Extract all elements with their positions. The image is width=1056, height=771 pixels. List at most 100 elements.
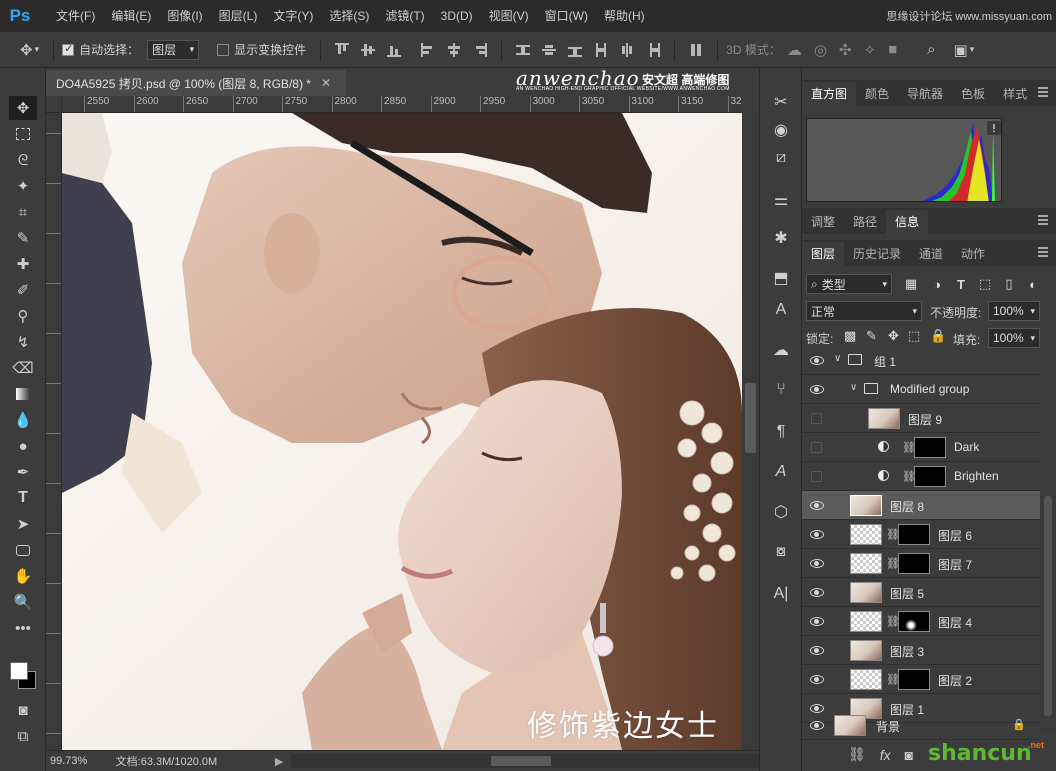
align-left-icon[interactable] bbox=[421, 42, 435, 57]
layer-row-modified-group[interactable]: ∨ Modified group bbox=[802, 375, 1040, 404]
show-transform-checkbox[interactable] bbox=[217, 43, 230, 56]
eye-icon[interactable] bbox=[810, 529, 824, 539]
3d-pan-icon[interactable]: ✣ bbox=[839, 41, 852, 59]
distribute-bottom-icon[interactable] bbox=[568, 43, 583, 57]
usb-icon[interactable]: ⑂ bbox=[768, 378, 794, 402]
tab-styles[interactable]: 样式 bbox=[994, 82, 1036, 106]
layer-row-layer-3[interactable]: 图层 3 bbox=[802, 636, 1040, 665]
auto-align-icon[interactable] bbox=[689, 43, 703, 57]
magic-wand-icon[interactable]: ✦ bbox=[9, 174, 37, 198]
layer-row-layer-7[interactable]: ⛓ 图层 7 bbox=[802, 549, 1040, 578]
visibility-toggle[interactable] bbox=[811, 471, 822, 482]
path-selection-icon[interactable]: ➤ bbox=[9, 512, 37, 536]
layer-row-layer-2[interactable]: ⛓ 图层 2 bbox=[802, 665, 1040, 694]
menu-file[interactable]: 文件(F) bbox=[48, 0, 103, 32]
tab-actions[interactable]: 动作 bbox=[952, 242, 994, 266]
align-right-icon[interactable] bbox=[473, 42, 488, 57]
eye-icon[interactable] bbox=[810, 616, 824, 626]
character-icon[interactable]: A bbox=[768, 460, 794, 484]
panel-menu-icon[interactable] bbox=[1038, 247, 1048, 257]
marquee-tool-icon[interactable] bbox=[9, 122, 37, 146]
healing-brush-icon[interactable]: ✚ bbox=[9, 252, 37, 276]
menu-view[interactable]: 视图(V) bbox=[481, 0, 537, 32]
history-brush-icon[interactable]: ↯ bbox=[9, 330, 37, 354]
distribute-right-icon[interactable] bbox=[646, 42, 661, 57]
layer-mask-thumbnail[interactable] bbox=[898, 669, 930, 690]
opacity-field[interactable]: 100% ▾ bbox=[988, 301, 1040, 321]
timeline-icon[interactable]: ⧇ bbox=[768, 540, 794, 564]
pen-tool-icon[interactable]: ✒ bbox=[9, 460, 37, 484]
filter-type-icon[interactable]: T bbox=[952, 275, 970, 293]
libraries-icon[interactable]: ☁ bbox=[768, 338, 794, 362]
eyedropper-icon[interactable]: ✎ bbox=[9, 226, 37, 250]
document-canvas[interactable]: 修饰紫边女士 bbox=[62, 113, 742, 750]
menu-help[interactable]: 帮助(H) bbox=[596, 0, 653, 32]
clone-source-icon[interactable]: ⧄ bbox=[768, 146, 794, 170]
layer-row-layer-6[interactable]: ⛓ 图层 6 bbox=[802, 520, 1040, 549]
layer-row-layer-8[interactable]: 图层 8 bbox=[802, 491, 1040, 520]
layer-row-group-1[interactable]: ∨ 组 1 bbox=[802, 346, 1040, 375]
chevron-down-icon[interactable]: ∨ bbox=[850, 382, 857, 393]
menu-edit[interactable]: 编辑(E) bbox=[103, 0, 159, 32]
layer-row-brighten[interactable]: ⛓ Brighten bbox=[802, 462, 1040, 491]
notes-icon[interactable]: ✱ bbox=[768, 226, 794, 250]
align-vcenter-icon[interactable] bbox=[361, 43, 376, 57]
menu-filter[interactable]: 滤镜(T) bbox=[377, 0, 432, 32]
character-styles-icon[interactable]: A bbox=[768, 298, 794, 322]
visibility-toggle[interactable] bbox=[811, 442, 822, 453]
chevron-down-icon[interactable]: ∨ bbox=[834, 353, 841, 364]
panel-menu-icon[interactable] bbox=[1038, 87, 1048, 97]
fx-icon[interactable]: fx bbox=[880, 747, 891, 763]
paragraph-icon[interactable]: ¶ bbox=[768, 420, 794, 444]
horizontal-ruler[interactable]: 2550 2600 2650 2700 2750 2800 2850 2900 2950 3000… bbox=[62, 96, 742, 113]
filter-smart-object-icon[interactable]: ▯ bbox=[1000, 275, 1018, 293]
foreground-color-swatch-top[interactable] bbox=[10, 662, 28, 680]
fill-field[interactable]: 100% ▾ bbox=[988, 328, 1040, 348]
brush-tool-icon[interactable]: ✐ bbox=[9, 278, 37, 302]
clone-stamp-icon[interactable]: ⚲ bbox=[9, 304, 37, 328]
layer-mask-thumbnail[interactable] bbox=[898, 524, 930, 545]
layer-mask-thumbnail[interactable] bbox=[914, 437, 946, 458]
tool-presets-icon[interactable]: ✂ bbox=[768, 90, 794, 114]
distribute-vcenter-icon[interactable] bbox=[542, 43, 557, 57]
lasso-tool-icon[interactable]: ᘓ bbox=[9, 148, 37, 172]
eye-icon[interactable] bbox=[810, 500, 824, 510]
layer-mask-thumbnail[interactable] bbox=[898, 611, 930, 632]
menu-type[interactable]: 文字(Y) bbox=[265, 0, 321, 32]
filter-toggle-icon[interactable]: ◐ bbox=[1024, 275, 1042, 293]
eye-icon[interactable] bbox=[810, 355, 824, 365]
panel-menu-icon[interactable] bbox=[1038, 215, 1048, 225]
chevron-down-icon[interactable]: ▾ bbox=[970, 44, 975, 55]
zoom-tool-icon[interactable]: 🔍 bbox=[9, 590, 37, 614]
eye-icon[interactable] bbox=[810, 674, 824, 684]
hand-tool-icon[interactable]: ✋ bbox=[9, 564, 37, 588]
lock-all-icon[interactable]: 🔒 bbox=[930, 328, 946, 344]
vertical-ruler[interactable] bbox=[46, 113, 62, 750]
3d-roll-icon[interactable]: ◎ bbox=[814, 41, 827, 59]
distribute-left-icon[interactable] bbox=[594, 42, 608, 57]
scrollbar-thumb[interactable] bbox=[491, 756, 552, 766]
chevron-right-icon[interactable]: ▶ bbox=[275, 755, 283, 768]
zoom-level[interactable]: 99.73% bbox=[46, 755, 116, 767]
layer-row-layer-5[interactable]: 图层 5 bbox=[802, 578, 1040, 607]
eye-icon[interactable] bbox=[810, 720, 824, 730]
more-tools-icon[interactable]: ••• bbox=[9, 616, 37, 640]
visibility-toggle[interactable] bbox=[811, 413, 822, 424]
blend-mode-dropdown[interactable]: 正常 ▾ bbox=[806, 301, 922, 321]
properties-icon[interactable]: ⚌ bbox=[768, 188, 794, 212]
eye-icon[interactable] bbox=[810, 587, 824, 597]
layer-filter-dropdown[interactable]: ⌕ 类型 ▾ bbox=[806, 274, 892, 294]
dodge-tool-icon[interactable]: ● bbox=[9, 434, 37, 458]
eye-icon[interactable] bbox=[810, 645, 824, 655]
layer-row-background[interactable]: 背景 🔒 bbox=[802, 711, 1040, 740]
search-icon[interactable]: ⌕ bbox=[927, 41, 935, 58]
auto-select-target-dropdown[interactable]: 图层 ▾ bbox=[147, 39, 200, 60]
canvas-vertical-scrollbar[interactable] bbox=[742, 113, 759, 750]
layer-mask-thumbnail[interactable] bbox=[898, 553, 930, 574]
layer-mask-thumbnail[interactable] bbox=[914, 466, 946, 487]
move-tool-icon[interactable]: ✥ bbox=[9, 96, 37, 120]
menu-window[interactable]: 窗口(W) bbox=[537, 0, 596, 32]
lock-artboard-icon[interactable]: ⬚ bbox=[908, 328, 920, 344]
3d-orbit-icon[interactable]: ☁ bbox=[787, 41, 802, 59]
tab-paths[interactable]: 路径 bbox=[844, 210, 886, 234]
